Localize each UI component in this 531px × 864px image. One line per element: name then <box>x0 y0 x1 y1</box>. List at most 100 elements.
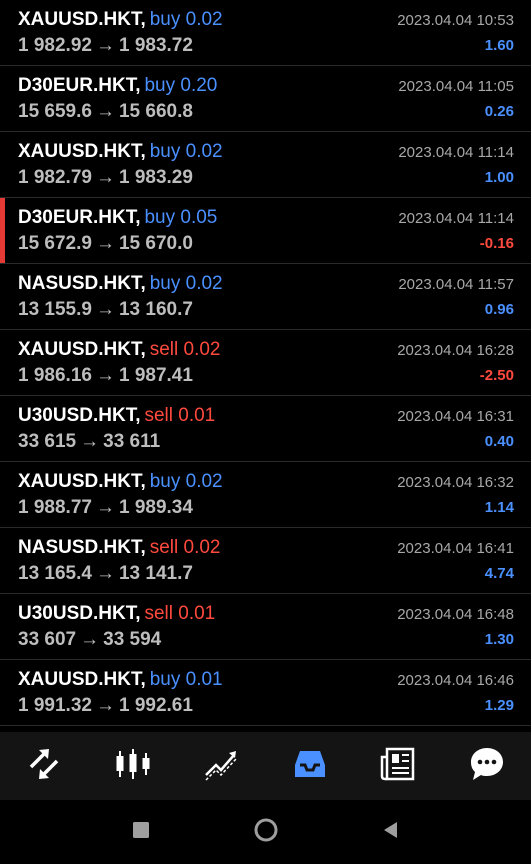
trade-volume-label: buy 0.02 <box>149 9 223 30</box>
timestamp: 2023.04.04 16:48 <box>397 606 514 623</box>
trade-volume-label: buy 0.02 <box>149 471 223 492</box>
chat-bubble-icon <box>468 745 506 788</box>
trade-chart-icon <box>202 745 240 788</box>
news-icon <box>379 745 417 788</box>
list-item[interactable]: U30USD.HKT, sell 0.01 33 607 → 33 594 2023.04… <box>0 594 531 660</box>
price-range: 15 659.6 → 15 660.8 <box>18 101 193 123</box>
position-header: XAUUSD.HKT, buy 0.02 <box>18 471 223 493</box>
close-price: 15 660.8 <box>118 101 193 122</box>
close-price: 1 983.29 <box>118 167 193 188</box>
arrow-right-icon: → <box>95 497 115 518</box>
price-range: 33 615 → 33 611 <box>18 431 160 453</box>
open-price: 33 615 <box>18 431 77 452</box>
list-item[interactable]: XAUUSD.HKT, buy 0.01 1 991.32 → 1 992.61 2023… <box>0 660 531 726</box>
tab-trade[interactable] <box>191 736 251 796</box>
timestamp: 2023.04.04 11:14 <box>398 144 514 161</box>
close-price: 33 594 <box>103 629 162 650</box>
position-header: XAUUSD.HKT, buy 0.02 <box>18 9 223 31</box>
price-range: 1 982.92 → 1 983.72 <box>18 35 193 57</box>
position-header: D30EUR.HKT, buy 0.05 <box>18 207 217 229</box>
home-circle-icon <box>253 817 279 848</box>
tab-history[interactable] <box>280 736 340 796</box>
position-header: NASUSD.HKT, buy 0.02 <box>18 273 223 295</box>
timestamp: 2023.04.04 16:41 <box>397 540 514 557</box>
arrow-right-icon: → <box>95 35 115 56</box>
tab-chat[interactable] <box>457 736 517 796</box>
price-range: 15 672.9 → 15 670.0 <box>18 233 193 255</box>
home-button[interactable] <box>203 800 328 864</box>
close-price: 33 611 <box>103 431 161 452</box>
tab-quotes[interactable] <box>14 736 74 796</box>
price-range: 13 155.9 → 13 160.7 <box>18 299 193 321</box>
arrow-right-icon: → <box>95 365 115 386</box>
symbol-label: XAUUSD.HKT, <box>18 141 146 162</box>
history-list[interactable]: XAUUSD.HKT, buy 0.02 1 982.92 → 1 983.72 2023… <box>0 0 531 732</box>
list-item[interactable]: NASUSD.HKT, sell 0.02 13 165.4 → 13 141.7 202… <box>0 528 531 594</box>
trade-volume-label: sell 0.01 <box>144 405 216 426</box>
symbol-label: D30EUR.HKT, <box>18 207 141 228</box>
back-triangle-icon <box>378 817 404 848</box>
recents-button[interactable] <box>78 800 203 864</box>
profit-value: 0.40 <box>484 433 514 450</box>
arrow-right-icon: → <box>80 431 100 452</box>
symbol-label: XAUUSD.HKT, <box>18 471 146 492</box>
trade-volume-label: buy 0.02 <box>149 273 223 294</box>
close-price: 13 141.7 <box>118 563 193 584</box>
open-price: 15 672.9 <box>18 233 92 254</box>
list-item[interactable]: XAUUSD.HKT, buy 0.02 1 988.77 → 1 989.34 2023… <box>0 462 531 528</box>
symbol-label: XAUUSD.HKT, <box>18 669 146 690</box>
trade-volume-label: buy 0.05 <box>144 207 218 228</box>
list-item[interactable]: XAUUSD.HKT, buy 0.02 1 982.79 → 1 983.29 2023… <box>0 132 531 198</box>
symbol-label: NASUSD.HKT, <box>18 537 146 558</box>
profit-value: 0.96 <box>484 301 514 318</box>
symbol-label: XAUUSD.HKT, <box>18 9 146 30</box>
price-range: 13 165.4 → 13 141.7 <box>18 563 193 585</box>
arrow-right-icon: → <box>95 695 115 716</box>
open-price: 13 165.4 <box>18 563 92 584</box>
timestamp: 2023.04.04 16:32 <box>397 474 514 491</box>
open-price: 1 982.79 <box>18 167 92 188</box>
trade-volume-label: sell 0.02 <box>149 339 221 360</box>
list-item[interactable]: D30EUR.HKT, buy 0.20 15 659.6 → 15 660.8 2023… <box>0 66 531 132</box>
trade-volume-label: sell 0.01 <box>144 603 216 624</box>
list-item[interactable]: XAUUSD.HKT, sell 0.02 1 986.16 → 1 987.41 202… <box>0 330 531 396</box>
timestamp: 2023.04.04 11:14 <box>398 210 514 227</box>
arrow-right-icon: → <box>95 167 115 188</box>
close-price: 1 983.72 <box>118 35 193 56</box>
arrow-right-icon: → <box>80 629 100 650</box>
close-price: 1 987.41 <box>118 365 193 386</box>
arrow-right-icon: → <box>95 101 115 122</box>
open-price: 1 982.92 <box>18 35 92 56</box>
list-item[interactable]: NASUSD.HKT, buy 0.02 13 155.9 → 13 160.7 2023… <box>0 264 531 330</box>
back-button[interactable] <box>328 800 453 864</box>
price-range: 1 991.32 → 1 992.61 <box>18 695 193 717</box>
symbol-label: NASUSD.HKT, <box>18 273 146 294</box>
list-item[interactable]: XAUUSD.HKT, buy 0.02 1 982.92 → 1 983.72 2023… <box>0 0 531 66</box>
tab-chart[interactable] <box>103 736 163 796</box>
history-inbox-icon <box>291 745 329 788</box>
timestamp: 2023.04.04 16:31 <box>397 408 514 425</box>
profit-value: -2.50 <box>479 367 514 384</box>
tab-news[interactable] <box>368 736 428 796</box>
recents-square-icon <box>128 817 154 848</box>
open-price: 1 991.32 <box>18 695 92 716</box>
profit-value: 1.60 <box>484 37 514 54</box>
timestamp: 2023.04.04 11:57 <box>398 276 514 293</box>
profit-value: 0.26 <box>484 103 514 120</box>
profit-value: 1.30 <box>484 631 514 648</box>
close-price: 13 160.7 <box>118 299 193 320</box>
profit-value: -0.16 <box>479 235 514 252</box>
open-price: 1 986.16 <box>18 365 92 386</box>
list-item[interactable]: D30EUR.HKT, buy 0.05 15 672.9 → 15 670.0 2023… <box>0 198 531 264</box>
open-price: 33 607 <box>18 629 77 650</box>
position-header: U30USD.HKT, sell 0.01 <box>18 603 215 625</box>
system-navigation-bar <box>0 800 531 864</box>
trade-volume-label: buy 0.02 <box>149 141 223 162</box>
timestamp: 2023.04.04 10:53 <box>397 12 514 29</box>
quotes-arrows-icon <box>25 745 63 788</box>
position-header: D30EUR.HKT, buy 0.20 <box>18 75 217 97</box>
timestamp: 2023.04.04 11:05 <box>398 78 514 95</box>
list-item[interactable]: U30USD.HKT, sell 0.01 33 615 → 33 611 2023.04… <box>0 396 531 462</box>
position-header: NASUSD.HKT, sell 0.02 <box>18 537 221 559</box>
price-range: 1 982.79 → 1 983.29 <box>18 167 193 189</box>
